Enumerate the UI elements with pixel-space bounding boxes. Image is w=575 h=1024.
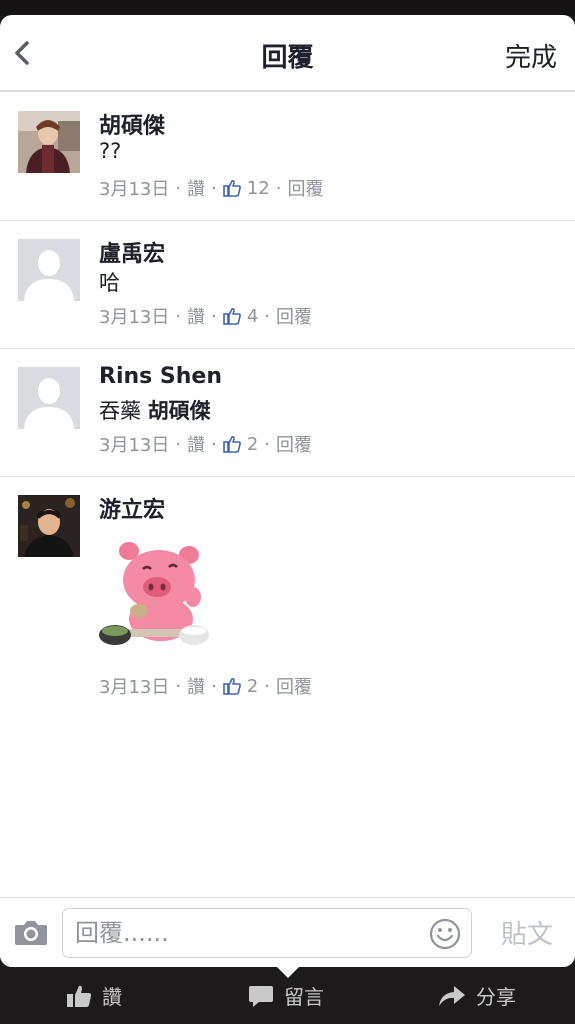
share-arrow-icon — [439, 985, 465, 1006]
avatar[interactable] — [18, 367, 80, 429]
comment-action-button[interactable]: 留言 — [248, 981, 324, 1010]
page-title: 回覆 — [261, 43, 314, 73]
comment-date: 3月13日 — [99, 307, 170, 328]
default-silhouette-icon — [18, 239, 80, 301]
commenter-name[interactable]: 盧禹宏 — [99, 236, 165, 268]
default-silhouette-icon — [18, 367, 80, 429]
reply-input-box — [62, 908, 472, 958]
thumbs-up-icon — [223, 435, 241, 453]
tagged-user-link[interactable]: 胡碩傑 — [148, 399, 211, 423]
like-link[interactable]: 讚 — [187, 303, 205, 329]
comment-text-prefix: 吞藥 — [99, 399, 141, 423]
comment-date: 3月13日 — [99, 435, 170, 456]
reply-link[interactable]: 回覆 — [276, 673, 312, 699]
comment-item: 胡碩傑 ?? 3月13日 · 讚 · 12 · 回覆 — [0, 93, 575, 221]
reply-input[interactable] — [75, 917, 425, 949]
active-tab-pointer — [276, 966, 300, 978]
avatar[interactable] — [18, 239, 80, 301]
reply-link[interactable]: 回覆 — [276, 431, 312, 457]
camera-icon[interactable] — [14, 918, 48, 946]
done-button[interactable]: 完成 — [505, 37, 557, 74]
like-link[interactable]: 讚 — [187, 175, 205, 201]
like-action-button[interactable]: 讚 — [66, 981, 122, 1010]
like-count: 2 — [246, 433, 259, 455]
commenter-name[interactable]: 胡碩傑 — [99, 108, 165, 140]
reply-link[interactable]: 回覆 — [287, 175, 323, 201]
comment-item: 游立宏 3月13日 · 讚 · 2 · 回覆 — [0, 477, 575, 707]
comment-text: 吞藥 胡碩傑 — [99, 395, 211, 425]
thumbs-up-icon — [223, 179, 241, 197]
comment-item: Rins Shen 吞藥 胡碩傑 3月13日 · 讚 · 2 · 回覆 — [0, 349, 575, 477]
thumbs-up-icon — [223, 677, 241, 695]
comment-text: 哈 — [99, 271, 120, 295]
like-count: 12 — [246, 177, 270, 199]
reply-link[interactable]: 回覆 — [276, 303, 312, 329]
thumbs-up-icon — [223, 307, 241, 325]
comment-meta: 3月13日 · 讚 · 12 · 回覆 — [99, 175, 323, 201]
commenter-name[interactable]: Rins Shen — [99, 364, 222, 389]
header: 回覆 完成 — [0, 15, 575, 92]
comment-meta: 3月13日 · 讚 · 4 · 回覆 — [99, 303, 312, 329]
reply-composer: 貼文 — [0, 897, 575, 967]
pink-pig-eating-sticker[interactable] — [99, 535, 217, 653]
comment-item: 盧禹宏 哈 3月13日 · 讚 · 4 · 回覆 — [0, 221, 575, 349]
top-strip — [0, 0, 575, 16]
comment-bubble-icon — [249, 985, 273, 1007]
avatar[interactable] — [18, 111, 80, 173]
comment-date: 3月13日 — [99, 677, 170, 698]
like-count: 4 — [246, 305, 259, 327]
comment-meta: 3月13日 · 讚 · 2 · 回覆 — [99, 431, 312, 457]
share-action-button[interactable]: 分享 — [438, 981, 516, 1010]
share-action-label: 分享 — [476, 985, 516, 1009]
comment-date: 3月13日 — [99, 179, 170, 200]
post-button[interactable]: 貼文 — [501, 914, 553, 951]
like-count: 2 — [246, 675, 259, 697]
comment-meta: 3月13日 · 讚 · 2 · 回覆 — [99, 673, 312, 699]
like-link[interactable]: 讚 — [187, 431, 205, 457]
thumbs-up-icon — [67, 985, 92, 1007]
like-link[interactable]: 讚 — [187, 673, 205, 699]
avatar[interactable] — [18, 495, 80, 557]
like-action-label: 讚 — [102, 985, 122, 1009]
comment-action-label: 留言 — [284, 985, 324, 1009]
reply-sheet: 回覆 完成 胡碩傑 ?? 3月13日 · 讚 · 12 · 回覆 盧禹宏 哈 3… — [0, 15, 575, 967]
commenter-name[interactable]: 游立宏 — [99, 492, 165, 524]
comment-text: ?? — [99, 139, 122, 163]
smiley-icon[interactable] — [429, 918, 461, 950]
